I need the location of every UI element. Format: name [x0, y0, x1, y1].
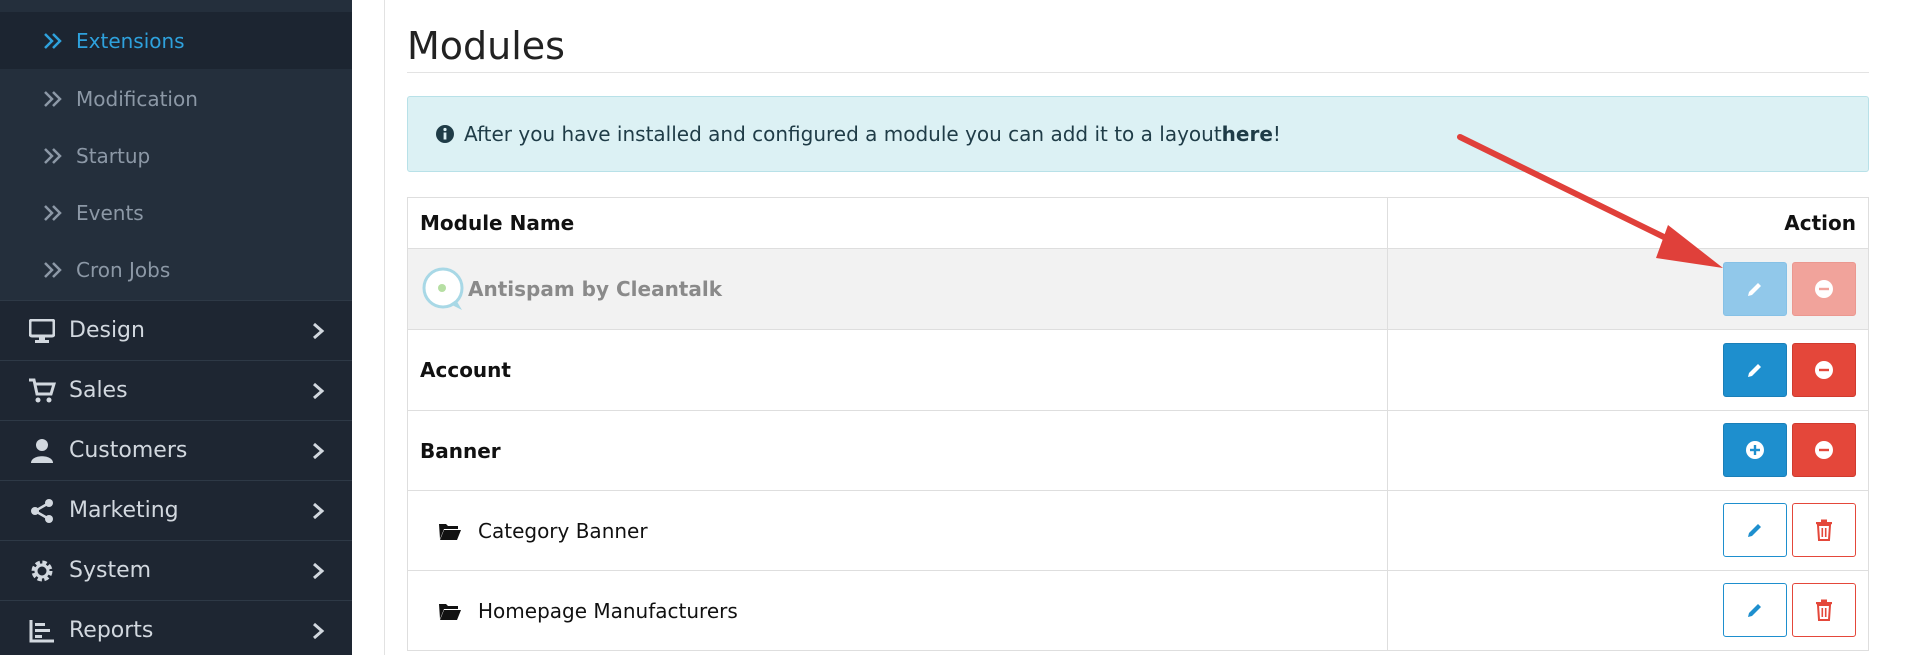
module-name-text: Antispam by Cleantalk [468, 277, 723, 301]
sidebar-item-label: Sales [69, 378, 128, 403]
edit-button[interactable] [1723, 343, 1787, 397]
row-actions [1723, 503, 1856, 557]
table-row: Homepage Manufacturers [407, 571, 1869, 651]
double-chevron-right-icon [44, 32, 62, 49]
sidebar-subitem-label: Extensions [76, 28, 185, 53]
chevron-right-icon [313, 382, 325, 400]
pencil-icon [1748, 604, 1761, 617]
row-actions [1723, 262, 1856, 316]
layout-link[interactable]: here [1222, 122, 1273, 146]
module-name: Antispam by Cleantalk [420, 266, 722, 312]
double-chevron-right-icon [44, 261, 62, 278]
edit-button[interactable] [1723, 262, 1787, 316]
sidebar-subitem-label: Cron Jobs [76, 257, 171, 282]
sidebar-item-sales[interactable]: Sales [0, 360, 352, 420]
trash-icon [1816, 599, 1832, 621]
pencil-icon [1748, 524, 1761, 537]
user-icon [28, 437, 56, 465]
sidebar-item-reports[interactable]: Reports [0, 600, 352, 655]
uninstall-button[interactable] [1792, 423, 1856, 477]
desktop-icon [28, 317, 56, 345]
cleantalk-logo-icon [422, 267, 464, 310]
column-header-module-name: Module Name [420, 211, 575, 235]
sidebar-subitem-label: Startup [76, 143, 151, 168]
table-row: Category Banner [407, 491, 1869, 571]
chevron-right-icon [313, 622, 325, 640]
uninstall-button[interactable] [1792, 343, 1856, 397]
edit-button[interactable] [1723, 583, 1787, 637]
pencil-icon [1748, 283, 1761, 296]
chevron-right-icon [313, 502, 325, 520]
column-divider [1387, 330, 1388, 410]
sidebar-subitem-modification[interactable]: Modification [0, 70, 352, 127]
sidebar-item-design[interactable]: Design [0, 300, 352, 360]
delete-button[interactable] [1792, 583, 1856, 637]
info-circle-icon [436, 125, 454, 143]
column-divider [1387, 571, 1388, 650]
info-alert: After you have installed and configured … [407, 96, 1869, 172]
folder-open-icon [439, 523, 461, 540]
sidebar-item-customers[interactable]: Customers [0, 420, 352, 480]
share-icon [28, 497, 56, 525]
double-chevron-right-icon [44, 147, 62, 164]
uninstall-button[interactable] [1792, 262, 1856, 316]
table-row: Account [407, 330, 1869, 411]
sidebar-item-label: Design [69, 318, 145, 343]
chevron-right-icon [313, 562, 325, 580]
row-actions [1723, 343, 1856, 397]
alert-text-end: ! [1272, 122, 1281, 146]
table-row: Banner [407, 411, 1869, 491]
extensions-submenu: Extensions Modification Startup Events C… [0, 0, 352, 300]
minus-circle-icon [1815, 361, 1833, 379]
alert-text: After you have installed and configured … [464, 122, 1222, 146]
cart-icon [28, 377, 56, 405]
module-name: Banner [420, 438, 501, 463]
title-divider [407, 72, 1869, 73]
sidebar-subitem-label: Modification [76, 86, 198, 111]
row-actions [1723, 423, 1856, 477]
chevron-right-icon [313, 322, 325, 340]
minus-circle-icon [1815, 280, 1833, 298]
sidebar-item-label: Reports [69, 618, 154, 643]
page-title: Modules [407, 24, 565, 68]
delete-button[interactable] [1792, 503, 1856, 557]
row-actions [1723, 583, 1856, 637]
column-divider [1387, 198, 1388, 248]
sidebar-item-label: System [69, 558, 152, 583]
double-chevron-right-icon [44, 204, 62, 221]
column-divider [1387, 249, 1388, 329]
sidebar-item-system[interactable]: System [0, 540, 352, 600]
edit-button[interactable] [1723, 503, 1787, 557]
sidebar-subitem-startup[interactable]: Startup [0, 127, 352, 184]
column-divider [1387, 491, 1388, 570]
sidebar-item-label: Marketing [69, 498, 179, 523]
sidebar-subitem-label: Events [76, 200, 144, 225]
sidebar-item-marketing[interactable]: Marketing [0, 480, 352, 540]
module-name: Account [420, 358, 511, 382]
module-name: Category Banner [438, 519, 648, 543]
pencil-icon [1748, 364, 1761, 377]
module-name-text: Homepage Manufacturers [478, 598, 738, 623]
sidebar-subitem-events[interactable]: Events [0, 184, 352, 241]
minus-circle-icon [1815, 441, 1833, 459]
add-button[interactable] [1723, 423, 1787, 477]
double-chevron-right-icon [44, 90, 62, 107]
module-name: Homepage Manufacturers [438, 599, 738, 623]
sidebar-subitem-extensions[interactable]: Extensions [0, 12, 352, 69]
sidebar: Extensions Modification Startup Events C… [0, 0, 352, 655]
gear-icon [28, 557, 56, 585]
chevron-right-icon [313, 442, 325, 460]
table-header: Module Name Action [407, 197, 1869, 249]
sidebar-item-label: Customers [69, 438, 188, 463]
module-name-text: Category Banner [478, 518, 648, 543]
column-divider [1387, 411, 1388, 490]
plus-circle-icon [1746, 441, 1764, 459]
bar-chart-icon [28, 617, 56, 645]
sidebar-subitem-cron-jobs[interactable]: Cron Jobs [0, 241, 352, 298]
column-header-action: Action [1784, 211, 1856, 235]
folder-open-icon [439, 603, 461, 620]
table-row: Antispam by Cleantalk [407, 249, 1869, 330]
trash-icon [1816, 519, 1832, 541]
